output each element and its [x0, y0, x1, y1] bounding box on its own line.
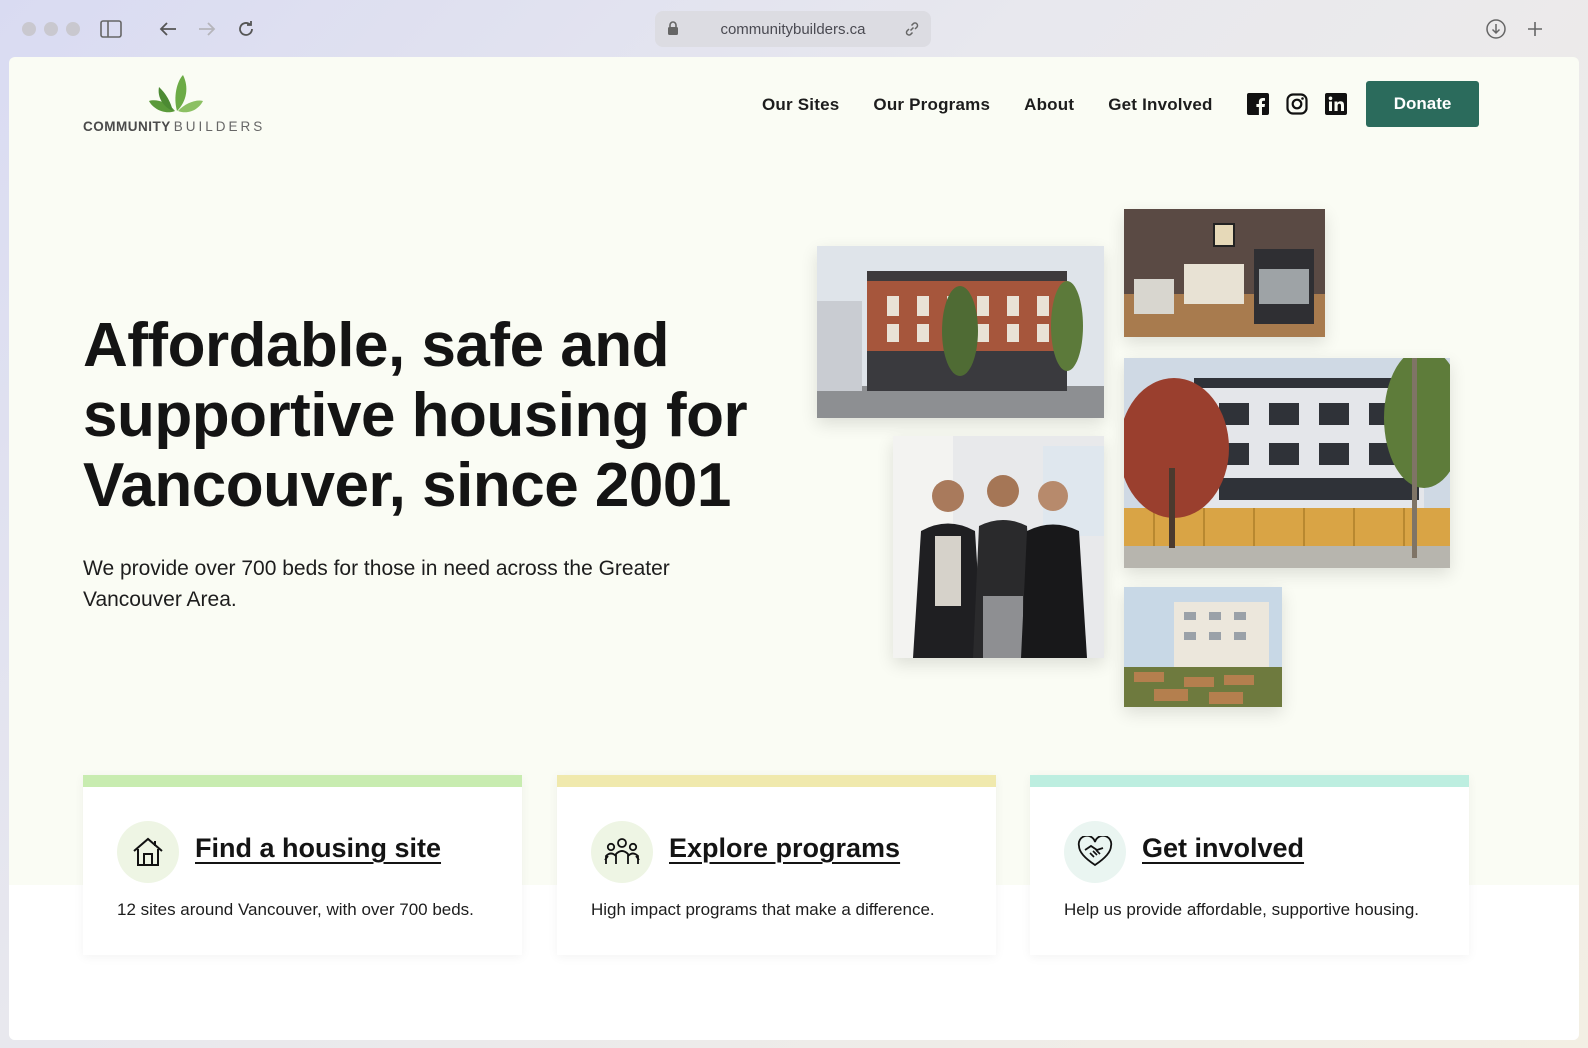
- explore-programs-link[interactable]: Explore programs: [669, 833, 900, 864]
- linkedin-icon[interactable]: [1325, 93, 1347, 115]
- new-tab-icon[interactable]: [1522, 16, 1548, 42]
- social-links: [1247, 93, 1347, 115]
- house-icon: [133, 837, 163, 866]
- card-find-housing[interactable]: Find a housing site 12 sites around Vanc…: [83, 775, 522, 955]
- card-explore-programs[interactable]: Explore programs High impact programs th…: [557, 775, 996, 955]
- minimize-window-button[interactable]: [44, 22, 58, 36]
- window-controls[interactable]: [22, 22, 80, 36]
- hero-title-part: ,: [388, 311, 422, 380]
- people-icon-badge: [591, 821, 653, 883]
- nav-about[interactable]: About: [1024, 95, 1074, 115]
- site-logo[interactable]: COMMUNITY BUILDERS: [83, 71, 283, 137]
- leaves-icon: [149, 75, 203, 113]
- card-accent-bar: [1030, 775, 1469, 787]
- sidebar-toggle-icon[interactable]: [98, 16, 124, 42]
- donate-button[interactable]: Donate: [1366, 81, 1479, 127]
- photo-kitchen: [1124, 209, 1325, 337]
- hero-subtitle: We provide over 700 beds for those in ne…: [83, 557, 670, 611]
- nav-our-sites[interactable]: Our Sites: [762, 95, 839, 115]
- nav-get-involved[interactable]: Get Involved: [1108, 95, 1212, 115]
- instagram-icon[interactable]: [1286, 93, 1308, 115]
- card-description: High impact programs that make a differe…: [591, 900, 935, 919]
- card-description: Help us provide affordable, supportive h…: [1064, 900, 1420, 919]
- url-text: communitybuilders.ca: [720, 20, 866, 38]
- main-nav: Our Sites Our Programs About Get Involve…: [762, 95, 1213, 115]
- address-bar[interactable]: communitybuilders.ca: [655, 11, 931, 47]
- web-page: COMMUNITY BUILDERS Our Sites Our Programs…: [9, 57, 1579, 1040]
- browser-toolbar: communitybuilders.ca: [0, 0, 1588, 58]
- zoom-window-button[interactable]: [66, 22, 80, 36]
- facebook-icon[interactable]: [1247, 93, 1269, 115]
- card-get-involved[interactable]: Get involved Help us provide affordable,…: [1030, 775, 1469, 955]
- photo-garden-building: [1124, 587, 1282, 707]
- nav-our-programs[interactable]: Our Programs: [873, 95, 990, 115]
- back-arrow-icon[interactable]: [155, 16, 181, 42]
- house-icon-badge: [117, 821, 179, 883]
- heart-handshake-icon: [1077, 836, 1113, 867]
- photo-apartment-building: [1124, 358, 1450, 568]
- card-accent-bar: [557, 775, 996, 787]
- hero-title-safe: safe: [421, 311, 544, 380]
- lock-icon: [667, 21, 679, 40]
- logo-wordmark: COMMUNITY BUILDERS: [83, 119, 265, 134]
- heart-handshake-icon-badge: [1064, 821, 1126, 883]
- get-involved-link[interactable]: Get involved: [1142, 833, 1304, 864]
- link-icon[interactable]: [903, 20, 921, 42]
- downloads-icon[interactable]: [1483, 16, 1509, 42]
- close-window-button[interactable]: [22, 22, 36, 36]
- photo-three-women: [893, 436, 1104, 658]
- hero-title-affordable: Affordable: [83, 311, 389, 380]
- card-description: 12 sites around Vancouver, with over 700…: [117, 900, 474, 919]
- logo-word-builders: BUILDERS: [173, 119, 266, 134]
- logo-word-community: COMMUNITY: [83, 119, 171, 134]
- hero-title-supportive: supportive: [83, 381, 395, 450]
- people-icon: [604, 838, 640, 864]
- find-housing-link[interactable]: Find a housing site: [195, 833, 441, 864]
- forward-arrow-icon[interactable]: [194, 16, 220, 42]
- card-accent-bar: [83, 775, 522, 787]
- hero-title-part: and: [543, 311, 669, 380]
- hero-title: Affordable, safe and supportive housing …: [83, 311, 763, 521]
- photo-brick-hotel: [817, 246, 1104, 418]
- reload-icon[interactable]: [233, 16, 259, 42]
